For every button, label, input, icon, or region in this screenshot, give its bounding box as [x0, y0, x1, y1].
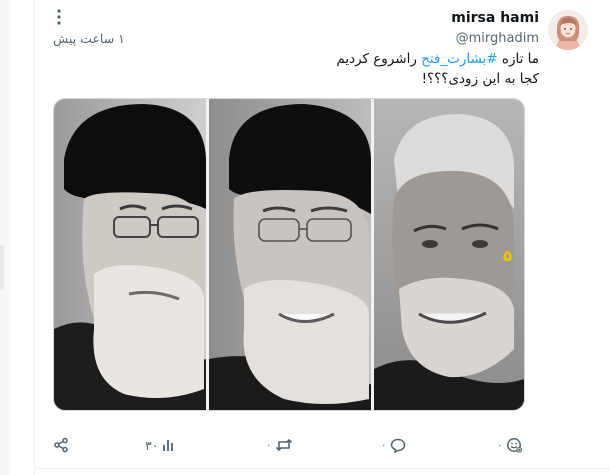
reply-button[interactable]: ۰ — [381, 435, 406, 455]
retweet-count: ۰ — [266, 439, 272, 451]
views-count: ۳۰ — [145, 437, 159, 453]
post-text-prefix: ما تازه — [497, 51, 539, 67]
photo-panel-middle — [209, 99, 371, 410]
left-frame-edge — [0, 0, 10, 475]
like-count: ۰ — [497, 439, 503, 451]
post-text-line-2: کجا به این زودی؟؟؟! — [421, 71, 539, 87]
like-button[interactable]: ۰ — [497, 435, 523, 455]
retweet-button[interactable]: ۰ — [266, 435, 293, 455]
post-text-suffix: راشروع کردیم — [336, 51, 422, 67]
post-media-image[interactable]: ۵ — [53, 98, 525, 411]
post-text: ما تازه #بشارت_فتح راشروع کردیم کجا به ا… — [99, 49, 539, 89]
scroll-nub[interactable] — [0, 245, 4, 290]
display-name[interactable]: mirsa hami — [451, 10, 539, 26]
share-icon — [53, 437, 69, 453]
card-divider — [35, 468, 610, 469]
retweet-icon — [275, 438, 293, 452]
tweet-card[interactable]: ۱ ساعت پیش mirsa hami @mirghadim ما تازه… — [34, 0, 610, 475]
more-options-icon[interactable] — [54, 8, 64, 26]
avatar[interactable] — [548, 10, 588, 50]
user-handle[interactable]: @mirghadim — [456, 31, 539, 46]
hashtag-link[interactable]: #بشارت_فتح — [421, 51, 497, 67]
share-button[interactable] — [53, 435, 69, 455]
photo-panel-left — [54, 99, 206, 410]
post-text-line-1: ما تازه #بشارت_فتح راشروع کردیم — [99, 49, 539, 69]
views-button[interactable]: ۳۰ — [145, 435, 176, 455]
post-timestamp[interactable]: ۱ ساعت پیش — [53, 31, 125, 46]
photo-panel-right — [374, 99, 524, 410]
like-emoji-icon — [506, 437, 523, 453]
views-bar-icon — [162, 438, 176, 452]
media-badge: ۵ — [503, 247, 513, 265]
action-bar: ۳۰ ۰ ۰ ۰ — [35, 435, 610, 455]
reply-icon — [390, 438, 406, 453]
reply-count: ۰ — [381, 439, 387, 451]
